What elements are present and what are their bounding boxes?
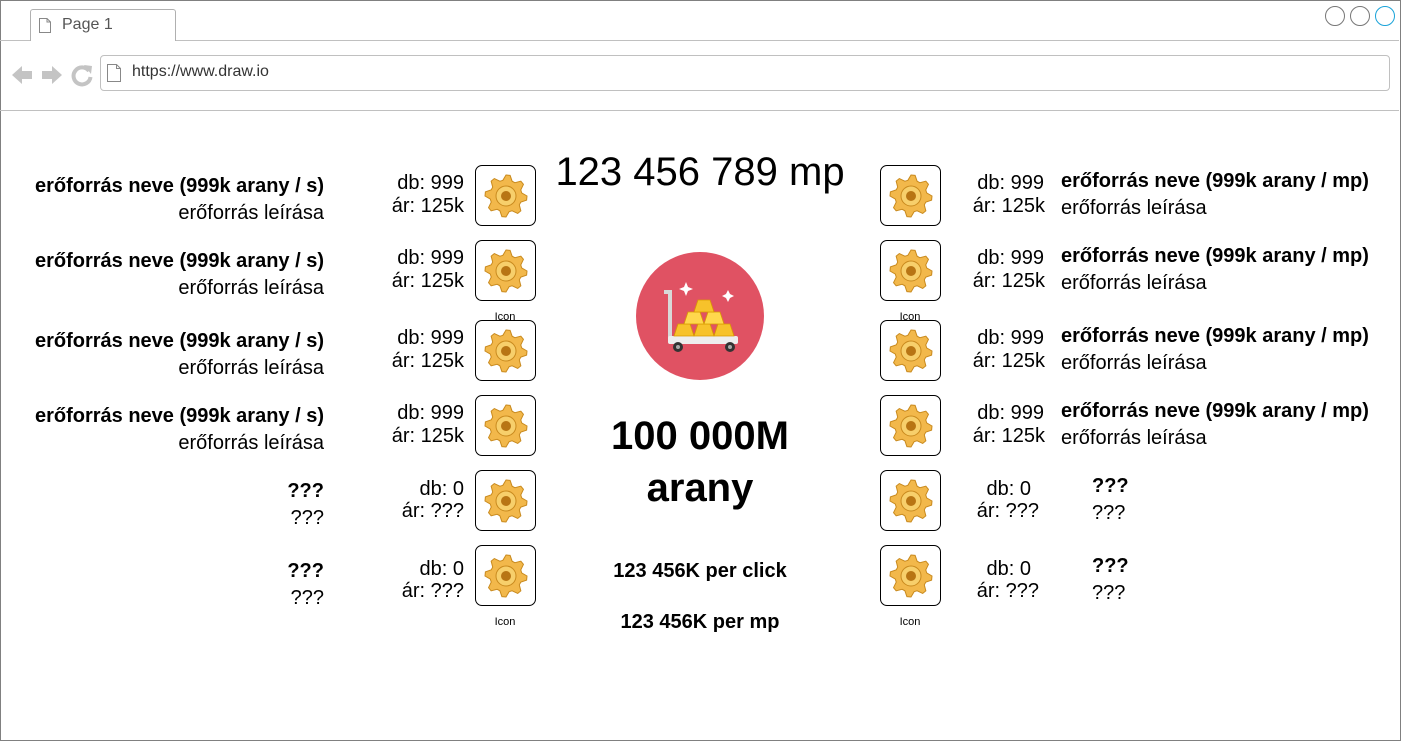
resource-description: ??? xyxy=(1092,582,1126,604)
resource-name: erőforrás neve (999k arany / s) xyxy=(34,405,324,427)
resource-price: ár: 125k xyxy=(972,195,1045,217)
resource-description: erőforrás leírása xyxy=(178,202,324,224)
buy-resource-button[interactable] xyxy=(880,320,941,381)
gear-icon xyxy=(889,404,933,448)
resource-name: erőforrás neve (999k arany / s) xyxy=(34,330,324,352)
gear-icon xyxy=(484,554,528,598)
tab-title: Page 1 xyxy=(62,16,113,33)
resource-name: ??? xyxy=(1092,555,1129,577)
tab-bar: Page 1 xyxy=(0,0,1399,41)
resource-name: erőforrás neve (999k arany / s) xyxy=(34,175,324,197)
url-text: https://www.draw.io xyxy=(132,63,269,80)
resource-count: db: 0 xyxy=(419,558,464,580)
resource-description: ??? xyxy=(290,587,324,609)
resource-count: db: 999 xyxy=(397,327,464,349)
resource-description: ??? xyxy=(1092,502,1126,524)
reload-icon[interactable] xyxy=(70,63,94,87)
resource-description: erőforrás leírása xyxy=(178,432,324,454)
maximize-button[interactable] xyxy=(1350,6,1370,26)
buy-resource-button[interactable] xyxy=(880,165,941,226)
resource-name: ??? xyxy=(287,560,324,582)
resource-price: ár: 125k xyxy=(972,350,1045,372)
resource-price: ár: 125k xyxy=(391,270,464,292)
gear-icon xyxy=(889,554,933,598)
gear-icon xyxy=(484,249,528,293)
resource-count: db: 999 xyxy=(977,172,1044,194)
page-icon xyxy=(39,18,51,33)
icon-caption: Icon xyxy=(494,616,516,628)
gold-per-second: 123 456K per mp xyxy=(620,611,780,633)
resource-price: ár: 125k xyxy=(391,350,464,372)
gear-icon xyxy=(484,329,528,373)
resource-price: ár: 125k xyxy=(972,425,1045,447)
resource-count: db: 0 xyxy=(419,478,464,500)
time-counter: 123 456 789 mp xyxy=(555,150,845,194)
icon-caption: Icon xyxy=(899,616,921,628)
back-arrow-icon[interactable] xyxy=(10,63,34,87)
forward-arrow-icon[interactable] xyxy=(40,63,64,87)
buy-resource-button[interactable] xyxy=(880,470,941,531)
resource-price: ár: 125k xyxy=(391,425,464,447)
navigation-bar: https://www.draw.io xyxy=(0,41,1399,111)
resource-description: erőforrás leírása xyxy=(178,277,324,299)
minimize-button[interactable] xyxy=(1325,6,1345,26)
resource-price: ár: ??? xyxy=(976,580,1039,602)
gear-icon xyxy=(484,479,528,523)
resource-count: db: 999 xyxy=(397,247,464,269)
resource-description: erőforrás leírása xyxy=(1061,272,1207,294)
buy-resource-button[interactable] xyxy=(880,545,941,606)
resource-name: erőforrás neve (999k arany / mp) xyxy=(1061,325,1369,347)
resource-count: db: 999 xyxy=(397,402,464,424)
gear-icon xyxy=(889,174,933,218)
gear-icon xyxy=(889,329,933,373)
buy-resource-button[interactable] xyxy=(475,395,536,456)
resource-count: db: 999 xyxy=(977,402,1044,424)
buy-resource-button[interactable] xyxy=(880,395,941,456)
gear-icon xyxy=(889,249,933,293)
gold-total-unit: arany xyxy=(646,466,754,510)
resource-name: erőforrás neve (999k arany / mp) xyxy=(1061,400,1369,422)
page-icon xyxy=(107,64,121,82)
resource-price: ár: 125k xyxy=(391,195,464,217)
buy-resource-button[interactable] xyxy=(475,320,536,381)
resource-description: erőforrás leírása xyxy=(178,357,324,379)
gold-total: 100 000M arany xyxy=(580,410,820,514)
gold-per-click: 123 456K per click xyxy=(613,560,787,582)
gold-total-amount: 100 000M xyxy=(611,414,789,458)
resource-description: erőforrás leírása xyxy=(1061,352,1207,374)
gold-cart-icon[interactable] xyxy=(636,252,764,380)
gear-icon xyxy=(484,174,528,218)
resource-name: ??? xyxy=(287,480,324,502)
resource-count: db: 999 xyxy=(397,172,464,194)
resource-name: ??? xyxy=(1092,475,1129,497)
resource-description: erőforrás leírása xyxy=(1061,427,1207,449)
resource-count: db: 999 xyxy=(977,247,1044,269)
resource-description: ??? xyxy=(290,507,324,529)
resource-name: erőforrás neve (999k arany / s) xyxy=(34,250,324,272)
resource-price: ár: ??? xyxy=(401,500,464,522)
browser-tab[interactable]: Page 1 xyxy=(30,9,176,41)
resource-count: db: 0 xyxy=(986,478,1031,500)
resource-price: ár: ??? xyxy=(976,500,1039,522)
buy-resource-button[interactable] xyxy=(475,470,536,531)
resource-count: db: 999 xyxy=(977,327,1044,349)
resource-count: db: 0 xyxy=(986,558,1031,580)
gear-icon xyxy=(484,404,528,448)
buy-resource-button[interactable] xyxy=(475,240,536,301)
resource-name: erőforrás neve (999k arany / mp) xyxy=(1061,170,1369,192)
close-button[interactable] xyxy=(1375,6,1395,26)
resource-description: erőforrás leírása xyxy=(1061,197,1207,219)
resource-name: erőforrás neve (999k arany / mp) xyxy=(1061,245,1369,267)
address-bar[interactable]: https://www.draw.io xyxy=(100,55,1390,91)
resource-price: ár: ??? xyxy=(401,580,464,602)
gear-icon xyxy=(889,479,933,523)
buy-resource-button[interactable] xyxy=(475,165,536,226)
buy-resource-button[interactable] xyxy=(880,240,941,301)
resource-price: ár: 125k xyxy=(972,270,1045,292)
buy-resource-button[interactable] xyxy=(475,545,536,606)
